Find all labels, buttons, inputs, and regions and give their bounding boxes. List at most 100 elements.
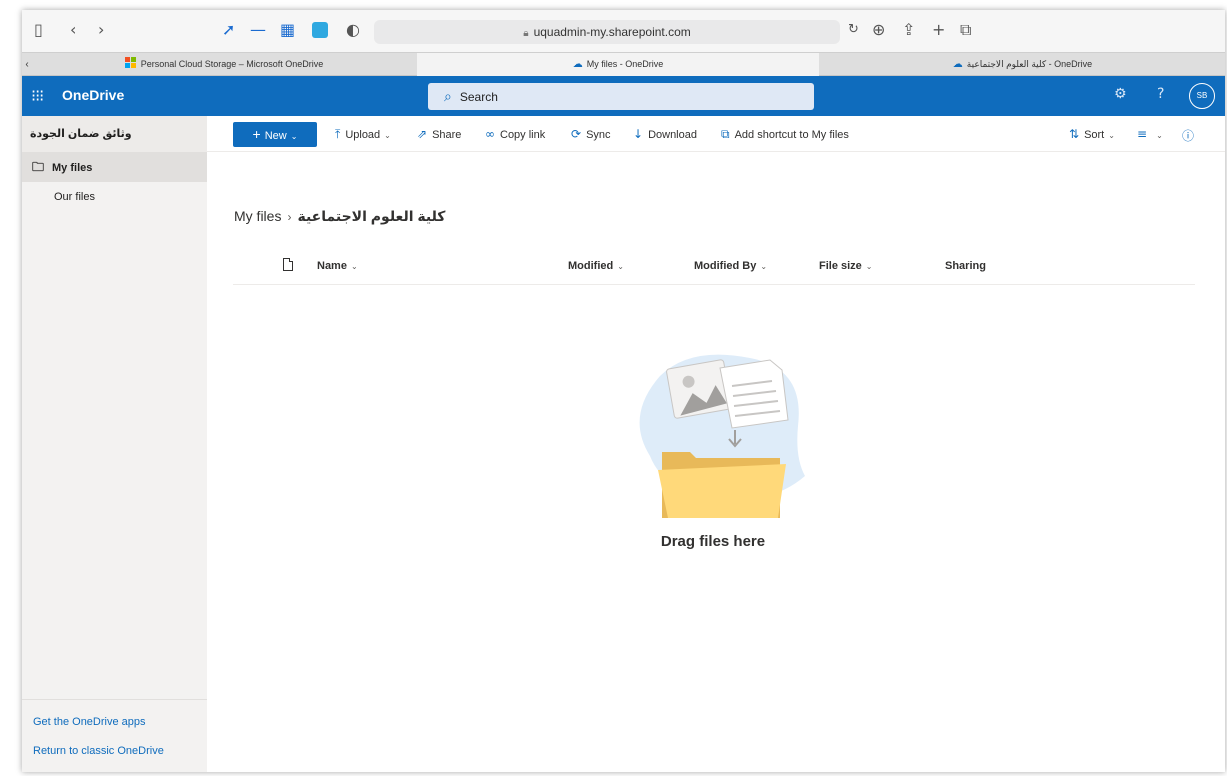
lock-icon: 🔒︎	[523, 28, 529, 39]
avatar[interactable]: SB	[1189, 83, 1215, 109]
left-navigation: وثائق ضمان الجودة 🗀 My files Our files Ge…	[22, 116, 207, 772]
breadcrumb: My files › كلية العلوم الاجتماعية	[234, 208, 445, 225]
chevron-down-icon: ⌄	[1156, 131, 1163, 140]
new-label: New	[264, 130, 287, 142]
chevron-down-icon: ⌄	[290, 132, 298, 141]
sidebar-item-label: My files	[52, 162, 93, 174]
tab-social-sciences[interactable]: ☁ كلية العلوم الاجتماعية - OneDrive	[820, 53, 1225, 76]
nav-site-title[interactable]: وثائق ضمان الجودة	[22, 116, 207, 152]
search-placeholder: Search	[459, 90, 498, 104]
tab-overview-icon[interactable]: ⧉	[960, 21, 971, 39]
search-box[interactable]: ⌕ Search	[428, 83, 814, 110]
download-label: Download	[648, 129, 697, 141]
url-text: uquadmin-my.sharepoint.com	[533, 25, 691, 39]
onedrive-cloud-icon: ☁	[952, 59, 963, 70]
share-label: Share	[432, 129, 462, 141]
browser-toolbar: ▯ ‹ › ➚ — ▦ ◐ 🔒︎ uquadmin-my.sharepoint.c…	[22, 10, 1225, 52]
column-label: File size	[819, 260, 862, 272]
empty-folder-illustration	[639, 354, 805, 518]
new-tab-icon[interactable]: +	[932, 21, 945, 39]
upload-label: Upload	[345, 129, 381, 141]
tab-scroll-left-icon[interactable]: ‹	[22, 53, 32, 76]
onedrive-cloud-icon: ☁	[572, 59, 583, 70]
shield-icon[interactable]: ◐	[346, 21, 360, 39]
back-icon[interactable]: ‹	[70, 21, 76, 39]
download-button[interactable]: ↓ Download	[633, 127, 697, 141]
app-launcher-icon[interactable]: ⁝⁝⁝	[31, 86, 44, 106]
folder-icon: 🗀	[32, 160, 45, 174]
column-sharing[interactable]: Sharing	[945, 260, 986, 272]
extension-icon[interactable]: ➚	[222, 21, 235, 39]
nav-divider	[22, 699, 207, 700]
address-bar[interactable]: 🔒︎ uquadmin-my.sharepoint.com	[374, 20, 840, 44]
copy-link-button[interactable]: ∞ Copy link	[485, 127, 545, 141]
qr-extension-icon[interactable]: ▦	[280, 21, 295, 39]
add-shortcut-button[interactable]: ⧉ Add shortcut to My files	[721, 127, 849, 142]
copy-link-label: Copy link	[500, 129, 546, 141]
new-button[interactable]: + New ⌄	[233, 122, 317, 147]
chevron-down-icon: ⌄	[617, 262, 624, 271]
chevron-right-icon: ›	[287, 210, 292, 224]
chevron-down-icon: ⌄	[760, 262, 768, 271]
add-shortcut-label: Add shortcut to My files	[734, 129, 849, 141]
file-type-icon[interactable]	[283, 258, 293, 271]
info-icon: ⓘ	[1182, 129, 1195, 143]
app-extension-icon[interactable]	[312, 22, 328, 38]
sync-icon: ⟳	[571, 127, 582, 141]
plus-icon: +	[252, 126, 261, 142]
file-list-header: Name ⌄ Modified ⌄ Modified By ⌄ File size ⌄ …	[233, 255, 1195, 285]
info-button[interactable]: ⓘ	[1182, 127, 1199, 144]
column-label: Name	[317, 260, 347, 272]
folder-icon	[658, 452, 786, 518]
tab-personal-cloud[interactable]: Personal Cloud Storage – Microsoft OneDr…	[32, 53, 416, 76]
column-file-size[interactable]: File size ⌄	[819, 260, 873, 272]
reload-icon[interactable]: ↻	[848, 21, 859, 39]
column-label: Sharing	[945, 260, 986, 272]
sidebar-toggle-icon[interactable]: ▯	[34, 21, 43, 39]
download-manager-icon[interactable]: ⊕	[872, 21, 885, 39]
app-title[interactable]: OneDrive	[62, 87, 124, 103]
forward-icon[interactable]: ›	[98, 21, 104, 39]
settings-gear-icon[interactable]: ⚙	[1114, 86, 1127, 102]
column-modified[interactable]: Modified ⌄	[568, 260, 624, 272]
sync-button[interactable]: ⟳ Sync	[571, 127, 611, 141]
tab-title: My files - OneDrive	[586, 59, 664, 69]
suite-header: ⁝⁝⁝ OneDrive ⌕ Search ⚙ ? SB	[22, 76, 1225, 116]
sort-button[interactable]: ⇅ Sort ⌄	[1069, 127, 1115, 141]
sidebar-item-our-files[interactable]: Our files	[22, 182, 207, 212]
list-view-icon: ≡	[1137, 127, 1148, 141]
tab-title: كلية العلوم الاجتماعية - OneDrive	[966, 59, 1093, 69]
share-icon: ⇗	[417, 127, 428, 141]
tab-title: Personal Cloud Storage – Microsoft OneDr…	[140, 59, 324, 69]
chevron-down-icon: ⌄	[350, 262, 358, 271]
shortcut-icon: ⧉	[721, 127, 730, 141]
upload-button[interactable]: ⤒ Upload ⌄	[335, 127, 391, 142]
document-card-icon	[719, 359, 789, 429]
get-apps-link[interactable]: Get the OneDrive apps	[33, 716, 146, 728]
sidebar-item-my-files[interactable]: 🗀 My files	[22, 152, 207, 182]
sync-label: Sync	[586, 129, 611, 141]
empty-state-message: Drag files here	[660, 533, 766, 550]
tab-my-files[interactable]: ☁ My files - OneDrive	[417, 53, 819, 76]
view-options-button[interactable]: ≡ ⌄	[1137, 127, 1163, 141]
column-label: Modified	[568, 260, 614, 272]
microsoft-logo-icon	[124, 57, 137, 69]
classic-onedrive-link[interactable]: Return to classic OneDrive	[33, 745, 164, 757]
search-icon: ⌕	[444, 88, 452, 104]
tab-bar: ‹ Personal Cloud Storage – Microsoft One…	[22, 52, 1225, 76]
column-label: Modified By	[694, 260, 757, 272]
share-sheet-icon[interactable]: ⇪	[902, 21, 915, 39]
column-modified-by[interactable]: Modified By ⌄	[694, 260, 767, 272]
command-bar: + New ⌄ ⤒ Upload ⌄ ⇗ Share ∞ Copy link ⟳ Sync ↓…	[207, 116, 1225, 152]
chevron-down-icon: ⌄	[384, 131, 391, 140]
breadcrumb-root[interactable]: My files	[234, 208, 281, 224]
minus-extension-icon[interactable]: —	[250, 21, 266, 39]
chevron-down-icon: ⌄	[865, 262, 873, 271]
sidebar-item-label: Our files	[54, 191, 95, 203]
download-arrow-icon: ↓	[633, 127, 644, 141]
column-name[interactable]: Name ⌄	[317, 260, 358, 272]
sort-icon: ⇅	[1069, 127, 1080, 141]
help-icon[interactable]: ?	[1157, 86, 1164, 102]
share-button[interactable]: ⇗ Share	[417, 127, 461, 141]
sort-label: Sort	[1084, 129, 1105, 141]
